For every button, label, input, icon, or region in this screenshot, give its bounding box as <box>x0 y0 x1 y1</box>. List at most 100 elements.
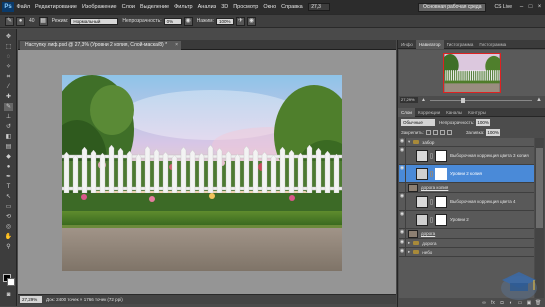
clone-stamp-tool-icon[interactable]: ⊥ <box>4 113 13 121</box>
zoom-level-field[interactable]: 27,3 <box>308 3 331 11</box>
visibility-eye-icon[interactable]: ◉ <box>399 193 406 210</box>
menu-help[interactable]: Справка <box>279 4 306 10</box>
tab-layers[interactable]: Слои <box>398 108 415 117</box>
marquee-tool-icon[interactable]: ⬚ <box>4 43 13 51</box>
document-tab[interactable]: Наступку лиф.psd @ 27,3% (Уровни 2 копия… <box>20 41 182 50</box>
layer-row-selected[interactable]: ◉ Уровни 2 копия <box>399 165 534 183</box>
brush-preset-icon[interactable]: ✎ <box>5 16 14 26</box>
fill-field[interactable]: 100% <box>486 129 501 136</box>
menu-select[interactable]: Выделение <box>137 4 171 10</box>
expand-arrow-icon[interactable]: ▸ <box>408 240 410 246</box>
tab-adjustments[interactable]: Коррекции <box>415 108 443 117</box>
lock-all-icon[interactable] <box>446 130 452 135</box>
quick-mask-icon[interactable]: ◙ <box>4 291 13 299</box>
menu-layers[interactable]: Слои <box>119 4 137 10</box>
layer-mask-thumbnail[interactable] <box>435 167 447 180</box>
visibility-eye-icon[interactable]: ◉ <box>399 248 406 256</box>
3d-orbit-tool-icon[interactable]: ◎ <box>4 223 13 231</box>
document-image[interactable] <box>62 75 342 271</box>
tab-paths[interactable]: Контуры <box>465 108 489 117</box>
mode-select[interactable]: Нормальный <box>70 17 119 25</box>
gradient-tool-icon[interactable]: ▤ <box>4 143 13 151</box>
history-brush-tool-icon[interactable]: ↺ <box>4 123 13 131</box>
menu-image[interactable]: Изображение <box>79 4 119 10</box>
visibility-eye-icon[interactable]: ◉ <box>399 229 406 238</box>
zoom-out-icon[interactable]: ▲ <box>421 97 426 103</box>
healing-tool-icon[interactable]: ✚ <box>4 93 13 101</box>
layer-style-icon[interactable]: fx <box>490 300 496 306</box>
brush-size-icon[interactable]: ● <box>16 16 25 26</box>
visibility-eye-icon[interactable]: ◉ <box>399 147 406 164</box>
menu-analysis[interactable]: Анализ <box>195 4 219 10</box>
lock-transparency-icon[interactable] <box>425 130 431 135</box>
link-layers-icon[interactable]: ∞ <box>481 300 487 306</box>
workspace-button[interactable]: Основная рабочая среда <box>418 2 487 12</box>
menu-window[interactable]: Окно <box>261 4 279 10</box>
visibility-eye-icon[interactable]: ◉ <box>399 239 406 247</box>
lock-pixels-icon[interactable] <box>432 130 438 135</box>
document-close-icon[interactable]: × <box>175 41 178 50</box>
blur-tool-icon[interactable]: ◆ <box>4 153 13 161</box>
zoom-in-icon[interactable]: ▲ <box>536 97 542 103</box>
close-icon[interactable]: × <box>536 4 543 11</box>
layer-row[interactable]: ◉ ▸ дорога <box>399 239 534 248</box>
visibility-eye-icon[interactable]: ◉ <box>399 211 406 228</box>
visibility-eye-icon[interactable] <box>399 183 406 192</box>
lock-position-icon[interactable] <box>439 130 445 135</box>
quick-select-tool-icon[interactable]: ✧ <box>4 63 13 71</box>
lasso-tool-icon[interactable]: ◌ <box>4 53 13 61</box>
visibility-eye-icon[interactable]: ◉ <box>399 138 406 146</box>
layer-mask-thumbnail[interactable] <box>435 213 447 226</box>
menu-view[interactable]: Просмотр <box>231 4 261 10</box>
navigator-zoom-field[interactable]: 27,29% <box>400 97 418 103</box>
navigator-zoom-slider[interactable] <box>429 97 533 103</box>
3d-rotate-tool-icon[interactable]: ⟲ <box>4 213 13 221</box>
hand-tool-icon[interactable]: ✋ <box>4 233 13 241</box>
menu-file[interactable]: Файл <box>14 4 33 10</box>
type-tool-icon[interactable]: T <box>4 183 13 191</box>
brush-panel-icon[interactable]: ▦ <box>38 16 48 26</box>
opacity-field[interactable]: 0% <box>163 17 182 25</box>
canvas-area[interactable] <box>18 50 396 294</box>
layer-row[interactable]: ◉ ▾ забор <box>399 138 534 147</box>
minimize-icon[interactable]: – <box>518 4 525 11</box>
layer-row[interactable]: ◉ дорога <box>399 229 534 239</box>
airbrush-icon[interactable]: ✈ <box>236 16 246 26</box>
layer-mask-thumbnail[interactable] <box>435 149 447 162</box>
layer-row[interactable]: дорога копия <box>399 183 534 193</box>
brush-tool-icon[interactable]: ✎ <box>4 103 13 111</box>
layer-thumbnail[interactable] <box>408 183 418 192</box>
cs-live-button[interactable]: CS Live <box>494 4 512 10</box>
status-zoom-field[interactable]: 27,29% <box>20 296 42 303</box>
tab-navigator[interactable]: Навигатор <box>415 40 444 49</box>
pen-tool-icon[interactable]: ✒ <box>4 173 13 181</box>
blend-mode-select[interactable]: Обычные <box>401 119 435 126</box>
menu-filter[interactable]: Фильтр <box>172 4 195 10</box>
visibility-eye-icon[interactable]: ◉ <box>399 165 406 182</box>
layer-row[interactable]: ◉ Уровни 2 <box>399 211 534 229</box>
eraser-tool-icon[interactable]: ◧ <box>4 133 13 141</box>
tab-histogram[interactable]: Гистограмма <box>444 40 477 49</box>
tab-channels[interactable]: Каналы <box>443 108 465 117</box>
layer-opacity-field[interactable]: 100% <box>476 119 491 126</box>
background-color-swatch[interactable] <box>7 278 15 286</box>
layer-row[interactable]: ◉ ▸ небо <box>399 248 534 257</box>
layer-row[interactable]: ◉ Выборочная коррекция цвета 4 <box>399 193 534 211</box>
pressure-field[interactable]: 100% <box>216 17 235 25</box>
layers-scroll-thumb[interactable] <box>536 148 543 228</box>
menu-edit[interactable]: Редактирование <box>33 4 80 10</box>
tab-info[interactable]: Инфо <box>398 40 416 49</box>
layer-thumbnail[interactable] <box>408 229 418 238</box>
dodge-tool-icon[interactable]: ● <box>4 163 13 171</box>
tablet-pressure-icon[interactable]: ◉ <box>247 16 257 26</box>
pressure-opacity-icon[interactable]: ◉ <box>183 16 193 26</box>
layer-mask-thumbnail[interactable] <box>435 195 447 208</box>
eyedropper-tool-icon[interactable]: ⁄ <box>4 83 13 91</box>
maximize-icon[interactable]: □ <box>527 4 534 11</box>
menu-3d[interactable]: 3D <box>219 4 231 10</box>
tab-histogram-2[interactable]: Гистограмма <box>476 40 509 49</box>
move-tool-icon[interactable]: ✥ <box>4 33 13 41</box>
shape-tool-icon[interactable]: ▭ <box>4 203 13 211</box>
navigator-thumbnail[interactable] <box>443 53 501 93</box>
navigator-slider-knob[interactable] <box>460 97 465 103</box>
